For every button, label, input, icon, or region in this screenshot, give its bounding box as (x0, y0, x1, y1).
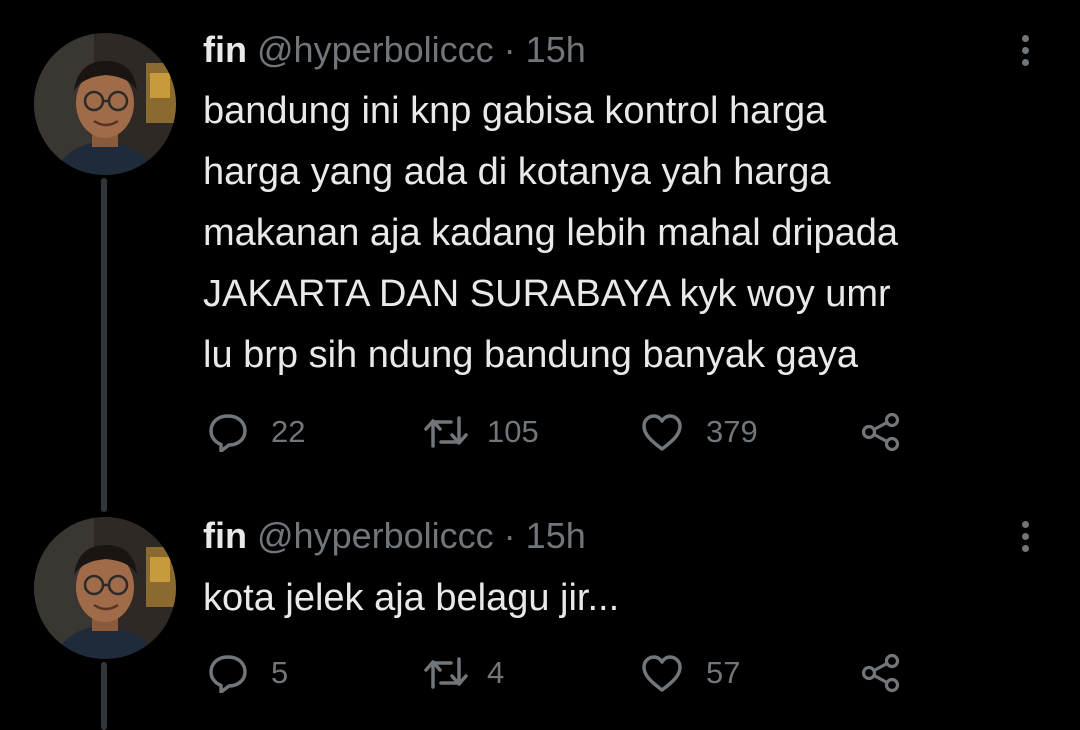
avatar[interactable] (34, 33, 176, 175)
more-options-icon[interactable] (1010, 517, 1040, 557)
thread-connector (101, 662, 107, 730)
reply-count: 22 (271, 414, 306, 449)
separator-dot: · (503, 29, 516, 70)
retweet-button[interactable]: 105 (423, 410, 539, 454)
share-icon (861, 653, 900, 693)
reply-count: 5 (271, 655, 289, 690)
tweet-actions: 5 4 57 (203, 651, 923, 695)
more-options-icon[interactable] (1010, 31, 1040, 71)
timeline: fin @hyperboliccc · 15h bandung ini knp … (0, 0, 1080, 730)
share-button[interactable] (860, 651, 902, 695)
profile-photo (34, 33, 176, 175)
retweet-count: 4 (487, 655, 505, 690)
reply-icon (209, 414, 247, 452)
tweet-text: kota jelek aja belagu jir... (203, 577, 620, 619)
thread-connector (101, 178, 107, 512)
like-button[interactable]: 379 (640, 410, 758, 454)
user-handle[interactable]: @hyperboliccc (257, 29, 494, 70)
retweet-icon (424, 416, 468, 448)
tweet-header: fin @hyperboliccc · 15h (203, 514, 586, 558)
reply-button[interactable]: 5 (207, 651, 288, 695)
share-button[interactable] (860, 410, 902, 454)
separator-dot: · (503, 515, 516, 556)
share-icon (861, 412, 900, 452)
like-button[interactable]: 57 (640, 651, 740, 695)
timestamp[interactable]: 15h (526, 515, 586, 556)
retweet-icon (424, 657, 468, 689)
display-name[interactable]: fin (203, 29, 247, 70)
retweet-button[interactable]: 4 (423, 651, 504, 695)
tweet-actions: 22 105 379 (203, 410, 923, 454)
profile-photo (34, 517, 176, 659)
avatar[interactable] (34, 517, 176, 659)
timestamp[interactable]: 15h (526, 29, 586, 70)
like-count: 57 (706, 655, 741, 690)
user-handle[interactable]: @hyperboliccc (257, 515, 494, 556)
reply-button[interactable]: 22 (207, 410, 305, 454)
tweet-text: bandung ini knp gabisa kontrol harga har… (203, 90, 899, 376)
heart-icon (642, 414, 682, 451)
tweet-header: fin @hyperboliccc · 15h (203, 28, 586, 72)
reply-icon (209, 655, 247, 693)
display-name[interactable]: fin (203, 515, 247, 556)
heart-icon (642, 655, 682, 692)
retweet-count: 105 (487, 414, 539, 449)
like-count: 379 (706, 414, 758, 449)
